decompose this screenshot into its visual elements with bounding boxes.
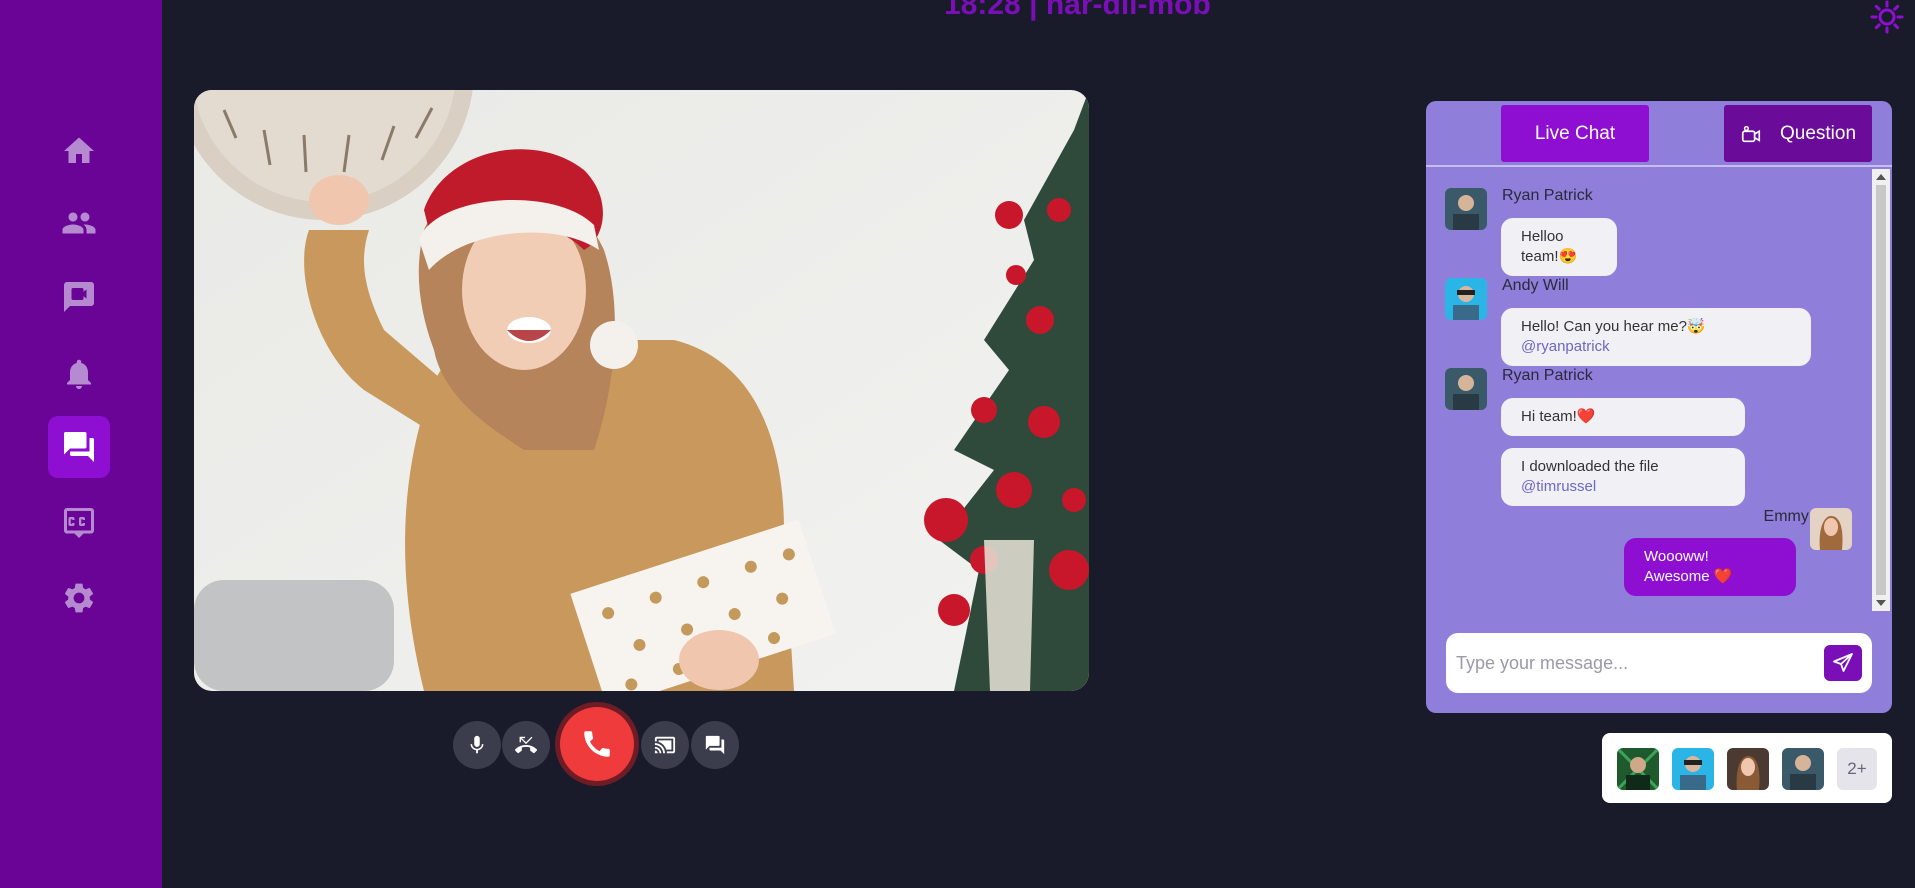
main-video <box>194 90 1089 691</box>
video-frame-image <box>194 90 1089 691</box>
cast-icon <box>654 736 676 754</box>
title-separator: | <box>1020 0 1046 21</box>
bell-icon <box>67 359 91 389</box>
avatar <box>1810 508 1852 550</box>
tab-question[interactable]: Question <box>1724 105 1872 162</box>
message-bubble: Hi team!❤️ <box>1501 398 1745 436</box>
message-bubble-own: Woooww! Awesome ❤️ <box>1624 538 1796 596</box>
forum-icon <box>64 432 94 462</box>
chat-button[interactable] <box>691 721 739 769</box>
nav-video-chat[interactable] <box>48 266 110 328</box>
people-icon <box>62 212 96 234</box>
message-text: I downloaded the file <box>1521 458 1659 475</box>
send-icon <box>1833 653 1853 672</box>
mention-link[interactable]: @timrussel <box>1521 477 1725 497</box>
room-name: har-dii-mob <box>1045 0 1211 21</box>
participant-avatar[interactable] <box>1782 748 1824 790</box>
sender-name: Ryan Patrick <box>1502 367 1593 384</box>
chat-scrollbar[interactable] <box>1872 169 1890 611</box>
mic-button[interactable] <box>453 721 501 769</box>
message-text: Hello! Can you hear me?🤯 <box>1521 318 1706 335</box>
scroll-thumb[interactable] <box>1876 185 1886 595</box>
video-chat-icon <box>64 282 94 312</box>
nav-settings[interactable] <box>48 567 110 629</box>
participant-avatar[interactable] <box>1727 748 1769 790</box>
avatar <box>1445 188 1487 230</box>
nav-people[interactable] <box>48 192 110 254</box>
phone-icon <box>584 731 610 757</box>
end-call-button[interactable] <box>560 707 634 781</box>
home-icon <box>64 137 94 163</box>
mute-call-button[interactable] <box>502 721 550 769</box>
mention-link[interactable]: @ryanpatrick <box>1521 337 1791 357</box>
sun-icon[interactable] <box>1870 0 1904 34</box>
sidebar <box>0 0 162 888</box>
tab-divider <box>1426 165 1892 167</box>
message-bubble: Hello! Can you hear me?🤯 @ryanpatrick <box>1501 308 1811 366</box>
more-count: 2+ <box>1847 759 1867 778</box>
message-text: Awesome ❤️ <box>1644 568 1733 585</box>
closed-caption-icon <box>64 508 94 538</box>
tab-label: Live Chat <box>1534 122 1616 144</box>
avatar <box>1445 278 1487 320</box>
message-text: Woooww! <box>1644 548 1709 565</box>
forum-icon <box>705 735 725 755</box>
nav-captions[interactable] <box>48 492 110 554</box>
room-title: 18:28 | har-dii-mob <box>944 0 1211 22</box>
gear-icon <box>64 583 94 613</box>
chat-panel: Live Chat Question Ryan Patrick Helloo t… <box>1426 101 1892 713</box>
message-bubble: I downloaded the file @timrussel <box>1501 448 1745 506</box>
message-composer <box>1446 633 1872 693</box>
sender-name: Andy Will <box>1502 277 1569 294</box>
sender-name: Ryan Patrick <box>1502 187 1593 204</box>
nav-notifications[interactable] <box>48 343 110 405</box>
participant-avatar[interactable] <box>1672 748 1714 790</box>
more-participants-badge[interactable]: 2+ <box>1837 748 1877 790</box>
tab-live-chat[interactable]: Live Chat <box>1501 105 1649 162</box>
participant-avatar[interactable] <box>1617 748 1659 790</box>
live-camera-icon <box>1741 125 1761 142</box>
cast-button[interactable] <box>641 721 689 769</box>
scroll-down-icon[interactable] <box>1876 600 1886 606</box>
nav-home[interactable] <box>48 120 110 182</box>
send-button[interactable] <box>1824 645 1862 681</box>
message-text: Hi team!❤️ <box>1521 408 1596 425</box>
microphone-icon <box>470 735 484 754</box>
nav-chat[interactable] <box>48 416 110 478</box>
message-text: Helloo <box>1521 228 1564 245</box>
message-input[interactable] <box>1456 643 1806 683</box>
phone-missed-icon <box>515 736 537 754</box>
message-bubble: Helloo team!😍 <box>1501 218 1617 276</box>
clock-time: 18:28 <box>944 0 1021 21</box>
message-text: team!😍 <box>1521 248 1578 265</box>
avatar <box>1445 368 1487 410</box>
scroll-up-icon[interactable] <box>1876 174 1886 180</box>
tab-label: Question <box>1779 122 1857 144</box>
